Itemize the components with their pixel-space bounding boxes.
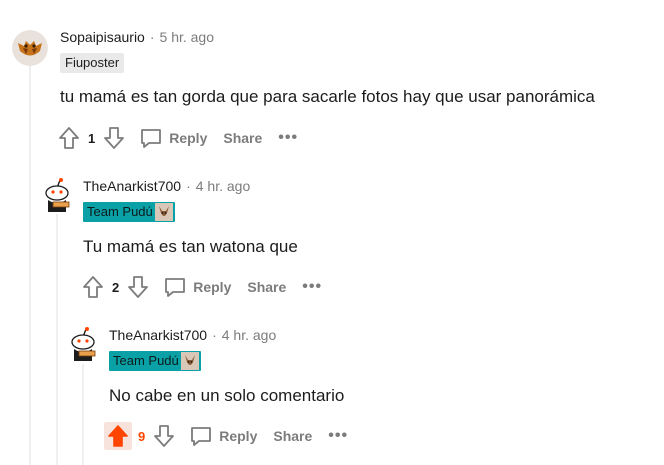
comment-body: No cabe en un solo comentario: [109, 386, 345, 405]
comment-bubble-icon: [191, 427, 212, 446]
thread-line-1[interactable]: [29, 62, 31, 465]
snoo-avatar-icon: [71, 327, 96, 361]
comment-actions: 9 Reply Share •••: [104, 422, 348, 450]
vote-score: 9: [138, 428, 146, 444]
downvote-button[interactable]: [101, 124, 127, 152]
upvote-button[interactable]: [56, 124, 82, 152]
comment-actions: 1 Reply Share •••: [56, 124, 298, 152]
comment-meta: TheAnarkist700 · 4 hr. ago: [83, 178, 250, 194]
more-options-icon[interactable]: •••: [328, 427, 348, 445]
avatar[interactable]: [64, 325, 102, 365]
reply-label: Reply: [193, 279, 232, 295]
user-flair: Team Pudú: [109, 351, 201, 371]
avatar[interactable]: [12, 30, 48, 66]
avatar-sopaipisaurio-icon: [12, 30, 48, 66]
vote-score: 2: [112, 279, 120, 295]
flair-text: Team Pudú: [113, 353, 179, 368]
timestamp[interactable]: 4 hr. ago: [222, 327, 277, 343]
pudu-emoji-icon: [154, 203, 173, 221]
comment-actions: 2 Reply Share •••: [80, 273, 322, 301]
comment-meta: Sopaipisaurio · 5 hr. ago: [60, 29, 214, 45]
share-button[interactable]: Share: [223, 130, 262, 146]
flair-text: Team Pudú: [87, 204, 153, 219]
timestamp[interactable]: 5 hr. ago: [160, 29, 215, 45]
comment-meta: TheAnarkist700 · 4 hr. ago: [109, 327, 276, 343]
upvote-button[interactable]: [80, 273, 106, 301]
reply-button[interactable]: Reply: [189, 422, 273, 450]
username[interactable]: TheAnarkist700: [109, 327, 207, 343]
user-flair: Team Pudú: [83, 202, 175, 222]
share-button[interactable]: Share: [247, 279, 286, 295]
downvote-arrow-icon: [104, 127, 125, 149]
thread-line-2[interactable]: [56, 214, 58, 465]
reply-button[interactable]: Reply: [139, 124, 223, 152]
downvote-arrow-icon: [154, 425, 175, 447]
more-options-icon[interactable]: •••: [278, 129, 298, 147]
username[interactable]: TheAnarkist700: [83, 178, 181, 194]
downvote-button[interactable]: [125, 273, 151, 301]
user-flair: Fiuposter: [60, 53, 125, 73]
reply-button[interactable]: Reply: [163, 273, 247, 301]
upvote-arrow-active-icon: [108, 425, 128, 447]
comment-body: tu mamá es tan gorda que para sacarle fo…: [60, 87, 595, 106]
comment-body: Tu mamá es tan watona que: [83, 237, 298, 256]
upvote-arrow-icon: [59, 127, 79, 149]
separator-dot: ·: [186, 178, 191, 194]
pudu-emoji-icon: [180, 352, 199, 370]
downvote-arrow-icon: [128, 276, 149, 298]
comment-bubble-icon: [141, 129, 162, 148]
snoo-avatar-icon: [45, 178, 70, 212]
separator-dot: ·: [212, 327, 217, 343]
more-options-icon[interactable]: •••: [302, 278, 322, 296]
avatar[interactable]: [38, 176, 76, 216]
vote-score: 1: [88, 130, 96, 146]
separator-dot: ·: [149, 29, 155, 45]
comment-bubble-icon: [165, 278, 186, 297]
timestamp[interactable]: 4 hr. ago: [196, 178, 251, 194]
downvote-button[interactable]: [151, 422, 177, 450]
username[interactable]: Sopaipisaurio: [60, 29, 145, 45]
thread-line-3[interactable]: [82, 364, 84, 465]
share-button[interactable]: Share: [273, 428, 312, 444]
reply-label: Reply: [169, 130, 208, 146]
upvote-button[interactable]: [104, 422, 132, 450]
reply-label: Reply: [219, 428, 258, 444]
upvote-arrow-icon: [83, 276, 103, 298]
